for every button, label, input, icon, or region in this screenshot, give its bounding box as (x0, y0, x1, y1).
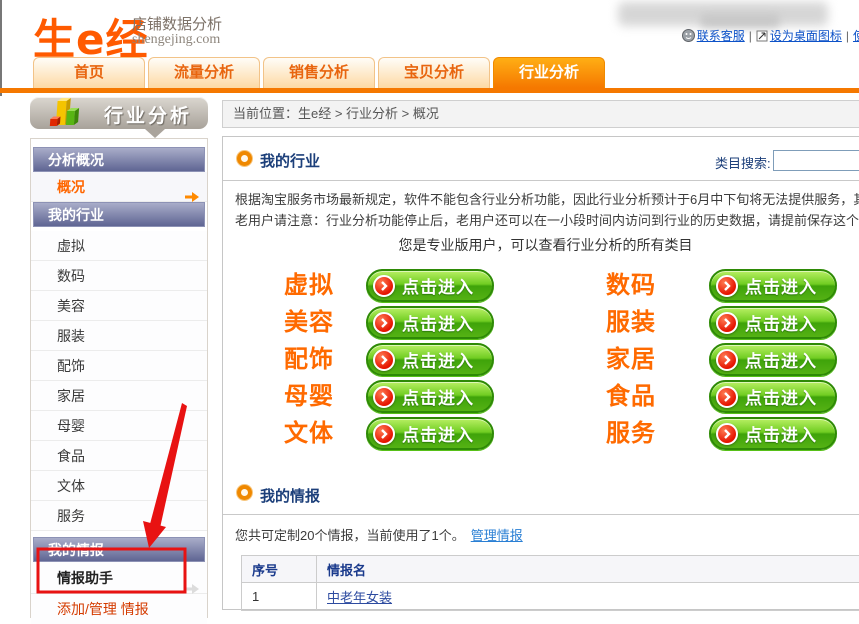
breadcrumb: 当前位置：生e经 > 行业分析 > 概况 (222, 100, 859, 128)
sidebar-item-baby[interactable]: 母婴 (31, 411, 207, 441)
tab-traffic-analysis[interactable]: 流量分析 (148, 57, 260, 88)
set-desktop-icon-link[interactable]: 设为桌面图标 (770, 29, 842, 43)
sidebar-item-sports[interactable]: 文体 (31, 471, 207, 501)
enter-button-home[interactable]: 点击进入 (709, 343, 837, 376)
sidebar-header-tail (145, 129, 165, 138)
sidebar-item-accessories[interactable]: 配饰 (31, 351, 207, 381)
column-header-name: 情报名 (317, 556, 859, 583)
main-nav-tabs: 首页 流量分析 销售分析 宝贝分析 行业分析 (33, 57, 605, 88)
category-label-home: 家居 (591, 341, 671, 378)
enter-button-services[interactable]: 点击进入 (709, 417, 837, 450)
category-label-accessories: 配饰 (269, 341, 349, 378)
intel-table: 序号 情报名 1 中老年女装 (241, 555, 859, 611)
desktop-shortcut-icon (756, 30, 768, 45)
manage-intel-link[interactable]: 管理情报 (471, 528, 523, 543)
red-arrow-circle-icon (373, 349, 395, 371)
category-search-label: 类目搜索: (715, 153, 771, 172)
tab-industry-analysis[interactable]: 行业分析 (493, 57, 605, 88)
section-title-my-intel: 我的情报 (260, 485, 320, 506)
red-arrow-circle-icon (373, 275, 395, 297)
category-label-baby: 母婴 (269, 378, 349, 415)
tab-item-analysis[interactable]: 宝贝分析 (378, 57, 490, 88)
section-my-industry-header: 我的行业 类目搜索: (223, 137, 859, 181)
sidebar-item-virtual[interactable]: 虚拟 (31, 231, 207, 261)
enter-button-sports[interactable]: 点击进入 (366, 417, 494, 450)
notice-line-1: 根据淘宝服务市场最新规定，软件不能包含行业分析功能，因此行业分析预计于6月中下旬… (235, 189, 859, 210)
red-arrow-circle-icon (716, 349, 738, 371)
pro-user-line: 您是专业版用户，可以查看行业分析的所有类目 (223, 235, 859, 255)
nav-accent-bar (0, 88, 859, 93)
orange-donut-icon (237, 151, 252, 166)
intel-usage-line: 您共可定制20个情报，当前使用了1个。管理情报 (235, 525, 523, 544)
red-arrow-circle-icon (716, 386, 738, 408)
sidebar-item-food[interactable]: 食品 (31, 441, 207, 471)
brand-domain: shengejing.com (132, 32, 220, 48)
red-arrow-circle-icon (716, 275, 738, 297)
tab-home[interactable]: 首页 (33, 57, 145, 88)
section-title-my-industry: 我的行业 (260, 150, 320, 171)
intel-table-header-row: 序号 情报名 (242, 556, 859, 583)
sidebar-item-apparel[interactable]: 服装 (31, 321, 207, 351)
enter-button-virtual[interactable]: 点击进入 (366, 269, 494, 302)
tab-sales-analysis[interactable]: 销售分析 (263, 57, 375, 88)
bar-chart-3d-icon (42, 95, 84, 140)
intel-row-no: 1 (242, 583, 317, 611)
category-label-sports: 文体 (269, 415, 349, 452)
contact-support-link[interactable]: 联系客服 (697, 29, 745, 43)
enter-button-digital[interactable]: 点击进入 (709, 269, 837, 302)
sidebar-item-beauty[interactable]: 美容 (31, 291, 207, 321)
red-arrow-circle-icon (373, 312, 395, 334)
enter-button-apparel[interactable]: 点击进入 (709, 306, 837, 339)
column-header-no: 序号 (242, 556, 317, 583)
category-label-food: 食品 (591, 378, 671, 415)
orange-donut-icon (237, 485, 252, 500)
notice-text: 根据淘宝服务市场最新规定，软件不能包含行业分析功能，因此行业分析预计于6月中下旬… (235, 189, 859, 231)
sidebar-item-services[interactable]: 服务 (31, 501, 207, 531)
sidebar-group-overview[interactable]: 分析概况 (33, 147, 205, 172)
brand-subtitle: 店铺数据分析 (132, 13, 222, 34)
enter-button-beauty[interactable]: 点击进入 (366, 306, 494, 339)
red-arrow-circle-icon (373, 423, 395, 445)
red-arrow-circle-icon (716, 423, 738, 445)
category-label-beauty: 美容 (269, 304, 349, 341)
customer-service-icon (682, 29, 695, 45)
red-arrow-circle-icon (716, 312, 738, 334)
section-my-intel-header: 我的情报 (223, 477, 859, 515)
notice-line-2: 老用户请注意：行业分析功能停止后，老用户还可以在一小段时间内访问到行业的历史数据… (235, 210, 859, 231)
sidebar-group-my-intel[interactable]: 我的情报 (33, 537, 205, 562)
sidebar-item-home[interactable]: 家居 (31, 381, 207, 411)
category-label-digital: 数码 (591, 267, 671, 304)
category-label-services: 服务 (591, 415, 671, 452)
red-arrow-circle-icon (373, 386, 395, 408)
sidebar-item-intel-helper[interactable]: 情报助手 (31, 562, 207, 594)
top-links: 联系客服|设为桌面图标|使 (682, 27, 859, 45)
window-edge-artifact (0, 0, 2, 96)
enter-button-baby[interactable]: 点击进入 (366, 380, 494, 413)
sidebar-header: 行业分析 (30, 97, 208, 129)
enter-button-accessories[interactable]: 点击进入 (366, 343, 494, 376)
category-grid: 虚拟 点击进入 数码 点击进入 美容 点击进入 服装 点击进入 配饰 点击进入 … (269, 267, 843, 452)
sidebar-item-digital[interactable]: 数码 (31, 261, 207, 291)
sidebar-item-overview[interactable]: 概况 (31, 172, 207, 202)
truncated-link[interactable]: 使 (853, 29, 859, 43)
table-row: 1 中老年女装 (242, 583, 859, 611)
orange-arrow-icon (185, 182, 199, 212)
sidebar-menu: 分析概况 概况 我的行业 虚拟 数码 美容 服装 配饰 家居 母婴 食品 文体 … (30, 138, 208, 618)
category-label-virtual: 虚拟 (269, 267, 349, 304)
sidebar-item-add-manage-intel[interactable]: 添加/管理 情报 (31, 594, 207, 624)
sidebar-group-my-industry[interactable]: 我的行业 (33, 202, 205, 227)
enter-button-food[interactable]: 点击进入 (709, 380, 837, 413)
category-search-input[interactable] (773, 150, 859, 171)
intel-row-name-link[interactable]: 中老年女装 (327, 590, 392, 605)
sidebar-title: 行业分析 (104, 101, 192, 128)
category-label-apparel: 服装 (591, 304, 671, 341)
main-panel: 我的行业 类目搜索: 根据淘宝服务市场最新规定，软件不能包含行业分析功能，因此行… (222, 136, 859, 610)
redacted-account-info-2 (700, 14, 780, 28)
